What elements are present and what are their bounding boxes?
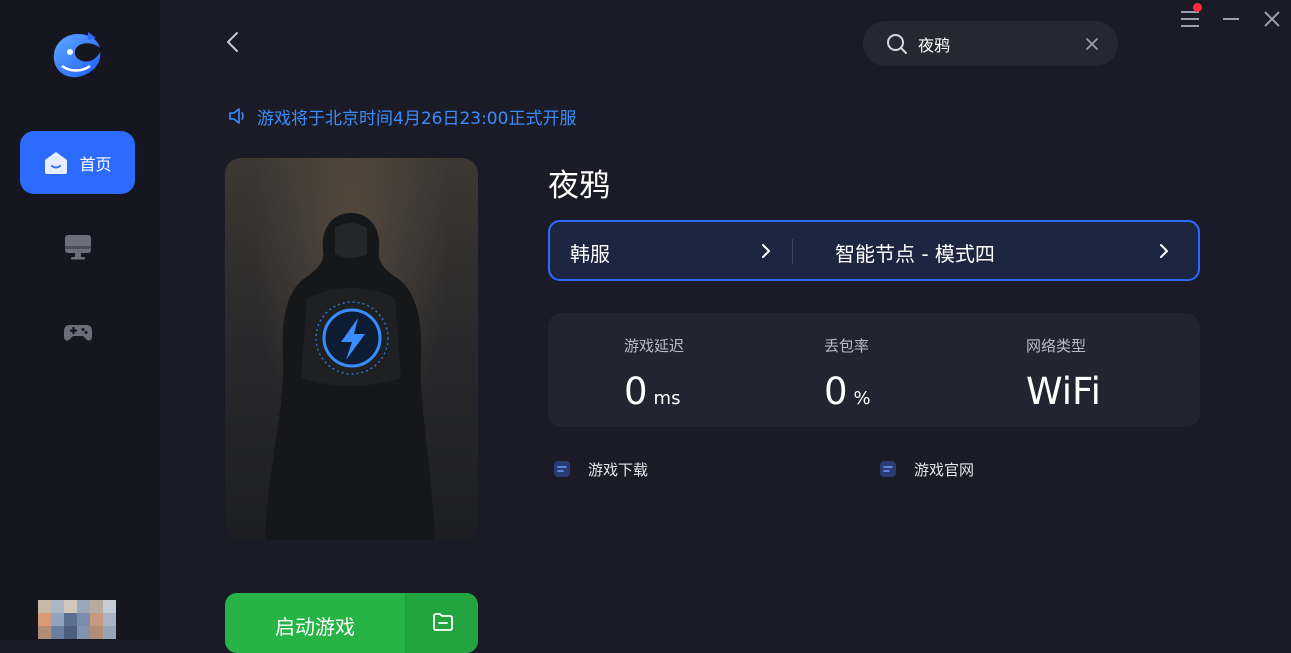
stat-label: 游戏延迟: [624, 337, 685, 355]
minimize-icon[interactable]: [1220, 8, 1242, 30]
knight-illustration: [265, 213, 435, 540]
speaker-icon: [229, 108, 244, 124]
close-icon[interactable]: [1084, 36, 1100, 52]
search-box[interactable]: [863, 21, 1118, 66]
stat-packet-loss: 丢包率 0%: [824, 313, 1024, 427]
launch-group: 启动游戏: [225, 593, 478, 653]
search-input[interactable]: [918, 31, 1068, 56]
announcement: 游戏将于北京时间4月26日23:00正式开服: [227, 104, 577, 129]
document-icon: [554, 461, 570, 477]
launch-game-button[interactable]: 启动游戏: [225, 593, 405, 653]
region-selector[interactable]: 韩服: [550, 222, 792, 279]
link-label: 游戏下载: [588, 460, 649, 479]
window-close-icon[interactable]: [1261, 8, 1283, 30]
avatar[interactable]: [38, 600, 116, 640]
sidebar: 首页: [0, 0, 160, 640]
game-title: 夜鸦: [548, 168, 610, 204]
node-selector[interactable]: 智能节点 - 模式四: [793, 222, 1198, 279]
region-label: 韩服: [570, 242, 610, 266]
folder-icon: [433, 613, 453, 631]
stat-network-type: 网络类型 WiFi: [1026, 313, 1226, 427]
link-label: 游戏官网: [914, 460, 975, 479]
home-icon: [45, 151, 68, 174]
open-folder-button[interactable]: [406, 593, 478, 653]
stat-value: 0%: [824, 370, 871, 413]
notification-dot: [1193, 3, 1202, 12]
network-stats: 游戏延迟 0 ms 丢包率 0% 网络类型 WiFi: [548, 313, 1200, 427]
chevron-right-icon: [762, 244, 770, 258]
chevron-right-icon: [1160, 244, 1168, 258]
node-label: 智能节点 - 模式四: [835, 242, 995, 266]
stat-latency: 游戏延迟 0 ms: [624, 313, 824, 427]
sidebar-item-home[interactable]: 首页: [20, 131, 135, 194]
announcement-text: 游戏将于北京时间4月26日23:00正式开服: [257, 108, 577, 129]
stat-value: 0 ms: [624, 370, 681, 413]
game-download-link[interactable]: 游戏下载: [552, 458, 648, 480]
stat-label: 丢包率: [824, 337, 870, 355]
game-website-link[interactable]: 游戏官网: [878, 458, 974, 480]
stat-value: WiFi: [1026, 370, 1101, 413]
game-cover: [225, 158, 478, 540]
server-selector: 韩服 智能节点 - 模式四: [548, 220, 1200, 281]
monitor-icon[interactable]: [62, 231, 94, 263]
stat-label: 网络类型: [1026, 337, 1087, 355]
back-button[interactable]: [222, 30, 244, 54]
dolphin-logo-icon[interactable]: [48, 30, 108, 82]
gamepad-icon[interactable]: [62, 316, 94, 348]
document-icon: [880, 461, 896, 477]
sidebar-item-label: 首页: [79, 154, 112, 174]
search-icon: [887, 34, 907, 54]
